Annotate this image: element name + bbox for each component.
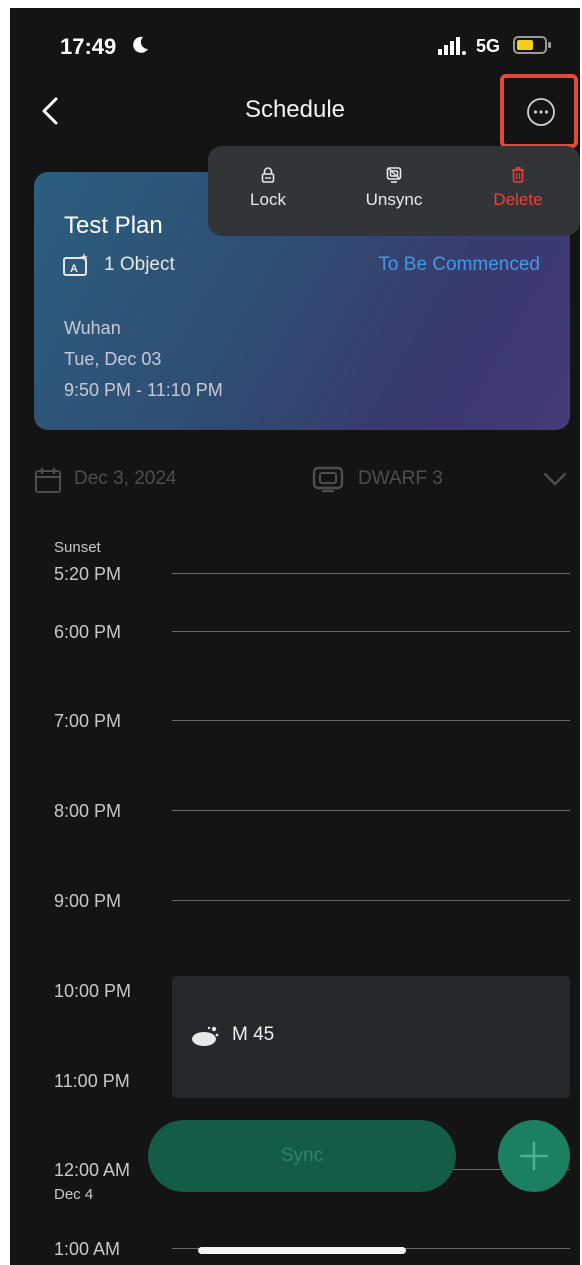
star-cluster-icon xyxy=(192,1026,219,1046)
unsync-icon xyxy=(386,167,402,183)
trash-icon xyxy=(512,167,524,183)
hour-label: 11:00 PM xyxy=(54,1071,130,1091)
hour-label: 8:00 PM xyxy=(54,801,122,821)
hour-label: 9:00 PM xyxy=(54,891,122,911)
timeline-line xyxy=(172,810,570,811)
signal-icon xyxy=(438,37,466,55)
plan-status: To Be Commenced xyxy=(378,254,540,275)
device-icon[interactable] xyxy=(312,465,344,493)
calendar-icon[interactable] xyxy=(34,466,62,494)
next-day-label: Dec 4 xyxy=(54,1186,94,1203)
sunset-time: 5:20 PM xyxy=(54,564,122,584)
hour-label: 6:00 PM xyxy=(54,622,122,642)
menu-item-label: Delete xyxy=(493,190,543,209)
filter-date[interactable]: Dec 3, 2024 xyxy=(74,468,176,490)
event-name: M 45 xyxy=(232,1024,275,1045)
plan-time-range: 9:50 PM - 11:10 PM xyxy=(64,380,223,400)
options-menu: Lock Unsync Delete xyxy=(208,146,580,236)
plus-icon xyxy=(519,1141,549,1171)
svg-text:A: A xyxy=(70,263,78,275)
menu-item-label: Lock xyxy=(250,190,286,209)
schedule-screen: 17:49 5G Schedule Test Plan A 1 Object T… xyxy=(10,8,580,1265)
chevron-down-icon[interactable] xyxy=(542,470,568,488)
hour-label: 12:00 AM xyxy=(54,1160,131,1180)
timeline-line xyxy=(172,900,570,901)
page-title: Schedule xyxy=(244,96,346,123)
lock-icon xyxy=(261,167,275,183)
more-horizontal-icon[interactable] xyxy=(526,97,556,127)
status-time: 17:49 xyxy=(60,34,117,59)
plan-title: Test Plan xyxy=(64,212,163,239)
battery-icon xyxy=(513,36,551,54)
menu-item-label: Unsync xyxy=(365,190,423,209)
sync-button[interactable]: Sync xyxy=(148,1120,456,1192)
event-block[interactable]: M 45 xyxy=(172,976,570,1098)
hour-label: 7:00 PM xyxy=(54,711,122,731)
moon-icon xyxy=(133,36,148,53)
object-count: 1 Object xyxy=(104,254,175,275)
plan-location: Wuhan xyxy=(64,318,121,338)
add-button[interactable] xyxy=(498,1120,570,1192)
sunset-label: Sunset xyxy=(54,539,101,556)
timeline-line xyxy=(172,573,570,574)
filter-device[interactable]: DWARF 3 xyxy=(358,468,443,490)
network-type: 5G xyxy=(476,36,501,56)
menu-item-lock[interactable]: Lock xyxy=(218,166,318,210)
plan-date: Tue, Dec 03 xyxy=(64,349,162,369)
hour-label: 1:00 AM xyxy=(54,1239,121,1259)
menu-item-unsync[interactable]: Unsync xyxy=(344,166,444,210)
home-indicator xyxy=(198,1247,406,1254)
menu-item-delete[interactable]: Delete xyxy=(468,166,568,210)
hour-label: 10:00 PM xyxy=(54,981,132,1001)
timeline-line xyxy=(172,720,570,721)
object-icon: A xyxy=(63,253,88,276)
timeline-line xyxy=(172,631,570,632)
